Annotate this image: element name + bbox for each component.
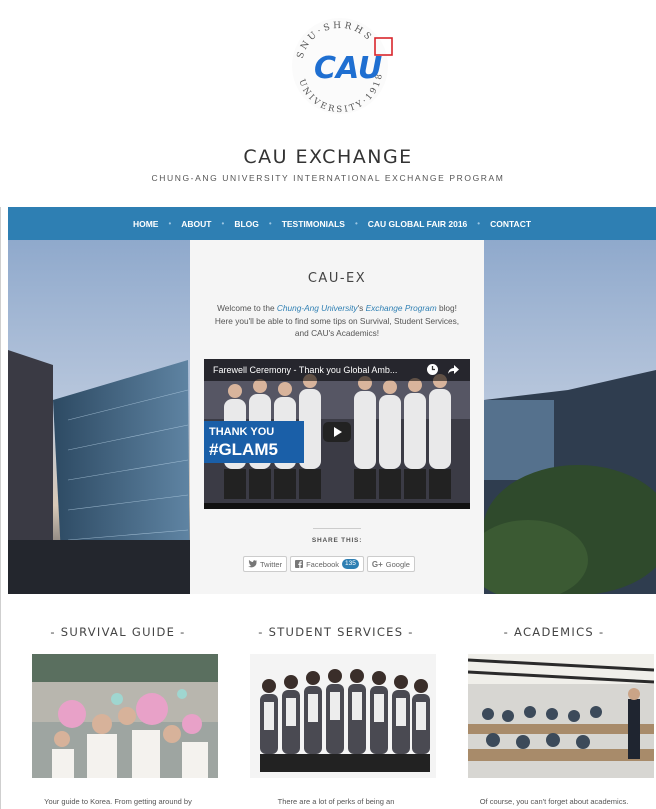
google-plus-icon: G+	[371, 559, 383, 569]
nav-separator: •	[168, 219, 172, 228]
twitter-icon	[248, 560, 257, 568]
hero-intro-text: Welcome to the Chung-Ang University's Ex…	[210, 302, 464, 340]
facebook-share-count: 135	[342, 559, 359, 569]
survival-guide-image[interactable]	[32, 654, 218, 778]
feature-title[interactable]: - STUDENT SERVICES -	[236, 625, 436, 639]
feature-text: There are a lot of perks of being an	[277, 797, 395, 806]
student-services-image[interactable]	[250, 654, 436, 778]
hero-section: CAU-EX Welcome to the Chung-Ang Universi…	[8, 240, 656, 594]
link-exchange-program[interactable]: Exchange Program	[366, 303, 437, 313]
video-banner-line2: #GLAM5	[209, 440, 278, 459]
nav-item-testimonials[interactable]: TESTIMONIALS	[280, 219, 347, 229]
share-google-button[interactable]: G+ Google	[366, 556, 415, 572]
nav-separator: •	[354, 219, 358, 228]
share-twitter-label: Twitter	[260, 559, 283, 569]
feature-text: Your guide to Korea. From getting around…	[44, 797, 192, 806]
features-section: - SURVIVAL GUIDE - Your guide to Korea. …	[8, 594, 656, 809]
nav-item-blog[interactable]: BLOG	[232, 219, 261, 229]
share-arrow-icon[interactable]	[447, 363, 460, 376]
feature-text: Of course, you can't forget about academ…	[479, 797, 629, 806]
link-chung-ang-university[interactable]: Chung-Ang University	[277, 303, 358, 313]
survival-guide-photo	[32, 654, 218, 778]
share-facebook-label: Facebook	[306, 559, 340, 569]
nav-separator: •	[268, 219, 272, 228]
play-button[interactable]	[323, 422, 351, 442]
nav-item-contact[interactable]: CONTACT	[488, 219, 533, 229]
nav-separator: •	[477, 219, 481, 228]
share-label: SHARE THIS:	[311, 537, 363, 544]
academics-photo	[468, 654, 654, 778]
nav-separator: •	[221, 219, 225, 228]
site-header: SNU·SHRHS UNIVERSITY·1918 CAU CAU EXCHAN…	[0, 0, 656, 207]
video-title[interactable]: Farewell Ceremony - Thank you Global Amb…	[213, 365, 397, 375]
intro-text-part: 's	[357, 303, 366, 313]
video-banner-line1: THANK YOU	[209, 426, 275, 438]
feature-title[interactable]: - ACADEMICS -	[454, 625, 654, 639]
nav-item-home[interactable]: HOME	[131, 219, 161, 229]
share-facebook-button[interactable]: Facebook 135	[290, 556, 364, 572]
site-subtitle: CHUNG-ANG UNIVERSITY INTERNATIONAL EXCHA…	[151, 173, 505, 183]
share-buttons: Twitter Facebook 135 G+ Google	[243, 556, 415, 572]
video-banner: THANK YOU #GLAM5	[204, 421, 304, 463]
cau-logo[interactable]: SNU·SHRHS UNIVERSITY·1918 CAU	[280, 8, 400, 124]
feature-title[interactable]: - SURVIVAL GUIDE -	[18, 625, 218, 639]
student-services-photo	[250, 654, 436, 778]
logo-emblem: SNU·SHRHS UNIVERSITY·1918 CAU	[292, 18, 393, 115]
nav-item-global-fair[interactable]: CAU GLOBAL FAIR 2016	[366, 219, 470, 229]
facebook-icon	[295, 560, 304, 568]
nav-item-about[interactable]: ABOUT	[179, 219, 213, 229]
intro-panel: CAU-EX Welcome to the Chung-Ang Universi…	[190, 240, 484, 594]
share-twitter-button[interactable]: Twitter	[243, 556, 288, 572]
watch-later-icon[interactable]	[426, 363, 439, 376]
video-title-bar: Farewell Ceremony - Thank you Global Amb…	[204, 359, 470, 381]
academics-image[interactable]	[468, 654, 654, 778]
main-nav: HOME • ABOUT • BLOG • TESTIMONIALS • CAU…	[8, 207, 656, 240]
site-title[interactable]: CAU EXCHANGE	[0, 146, 656, 168]
share-google-label: Google	[385, 559, 410, 569]
video-player[interactable]: Farewell Ceremony - Thank you Global Amb…	[204, 359, 470, 509]
hero-title: CAU-EX	[307, 271, 367, 286]
intro-text-part: Welcome to the	[217, 303, 277, 313]
logo-wordmark: CAU	[314, 51, 382, 86]
share-divider	[313, 528, 361, 529]
